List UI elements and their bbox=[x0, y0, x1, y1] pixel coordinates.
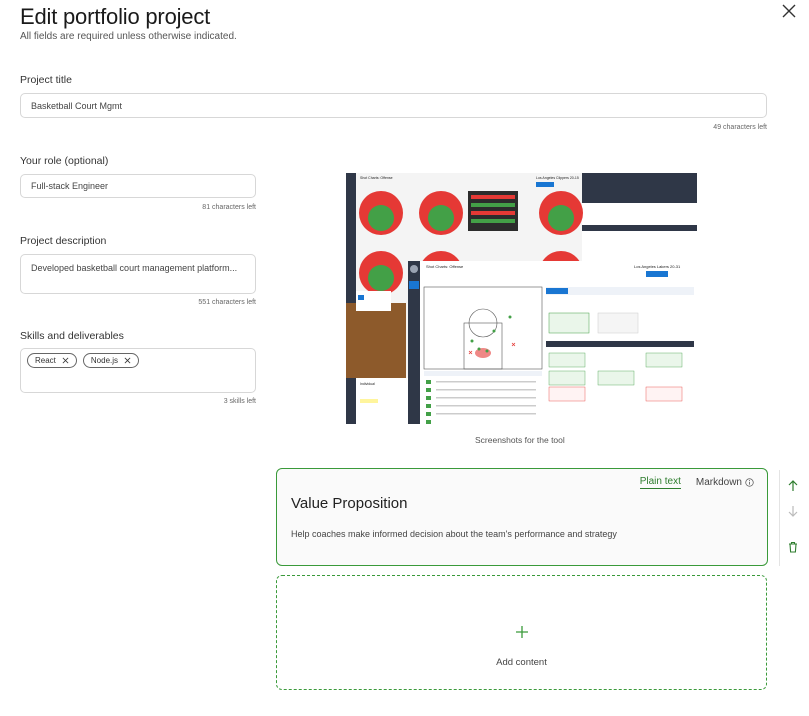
project-title-label: Project title bbox=[20, 74, 72, 86]
skill-chip: Node.js bbox=[82, 353, 140, 368]
page-title: Edit portfolio project bbox=[20, 4, 211, 29]
tab-markdown[interactable]: Markdown bbox=[696, 476, 754, 489]
move-up-icon[interactable] bbox=[786, 479, 800, 493]
description-counter: 551 characters left bbox=[198, 299, 256, 306]
skills-counter: 3 skills left bbox=[223, 398, 256, 405]
skill-chip-label: React bbox=[35, 356, 56, 365]
value-proposition-card[interactable]: Plain text Markdown Value Proposition He… bbox=[276, 468, 768, 566]
description-value: Developed basketball court management pl… bbox=[31, 263, 238, 273]
description-input[interactable]: Developed basketball court management pl… bbox=[20, 254, 256, 294]
remove-skill-icon[interactable] bbox=[62, 357, 69, 364]
project-title-value: Basketball Court Mgmt bbox=[31, 100, 123, 111]
tab-markdown-label: Markdown bbox=[695, 477, 742, 488]
card-controls-divider bbox=[779, 470, 780, 566]
project-title-input[interactable]: Basketball Court Mgmt bbox=[20, 93, 767, 118]
skills-input[interactable]: React Node.js bbox=[20, 348, 256, 393]
role-counter: 81 characters left bbox=[202, 204, 256, 211]
card-body-text[interactable]: Help coaches make informed decision abou… bbox=[291, 529, 617, 539]
page-subtitle: All fields are required unless otherwise… bbox=[20, 31, 237, 42]
front-screen-title: Shot Charts: Offense bbox=[426, 264, 464, 269]
back-screen-title: Shot Charts: Offense bbox=[360, 176, 393, 180]
screen-panel-title: Individual bbox=[360, 382, 375, 386]
role-input[interactable]: Full-stack Engineer bbox=[20, 174, 256, 198]
remove-skill-icon[interactable] bbox=[124, 357, 131, 364]
screenshot-caption: Screenshots for the tool bbox=[475, 435, 565, 445]
project-title-counter: 49 characters left bbox=[713, 124, 767, 131]
move-down-icon[interactable] bbox=[786, 504, 800, 518]
trash-icon[interactable] bbox=[786, 540, 800, 554]
tab-plain-text[interactable]: Plain text bbox=[639, 476, 681, 489]
close-icon[interactable] bbox=[781, 3, 797, 19]
project-screenshot[interactable]: Shot Charts: Offense Los Angeles Clipper… bbox=[346, 173, 697, 424]
skills-label: Skills and deliverables bbox=[20, 330, 124, 342]
role-value: Full-stack Engineer bbox=[31, 181, 109, 191]
card-title[interactable]: Value Proposition bbox=[291, 495, 407, 512]
add-content-label: Add content bbox=[496, 657, 547, 668]
info-icon[interactable] bbox=[745, 478, 754, 487]
skill-chip-label: Node.js bbox=[90, 356, 119, 365]
plus-icon bbox=[516, 626, 528, 638]
front-screen-team: Los Angeles Lakers 20-31 bbox=[634, 264, 681, 269]
description-label: Project description bbox=[20, 235, 107, 247]
back-screen-team: Los Angeles Clippers 20-15 bbox=[536, 176, 579, 180]
skill-chip: React bbox=[27, 353, 77, 368]
screenshot-image: Shot Charts: Offense Los Angeles Clipper… bbox=[346, 173, 697, 424]
add-content-button[interactable]: Add content bbox=[276, 575, 767, 690]
role-label: Your role (optional) bbox=[20, 155, 109, 167]
